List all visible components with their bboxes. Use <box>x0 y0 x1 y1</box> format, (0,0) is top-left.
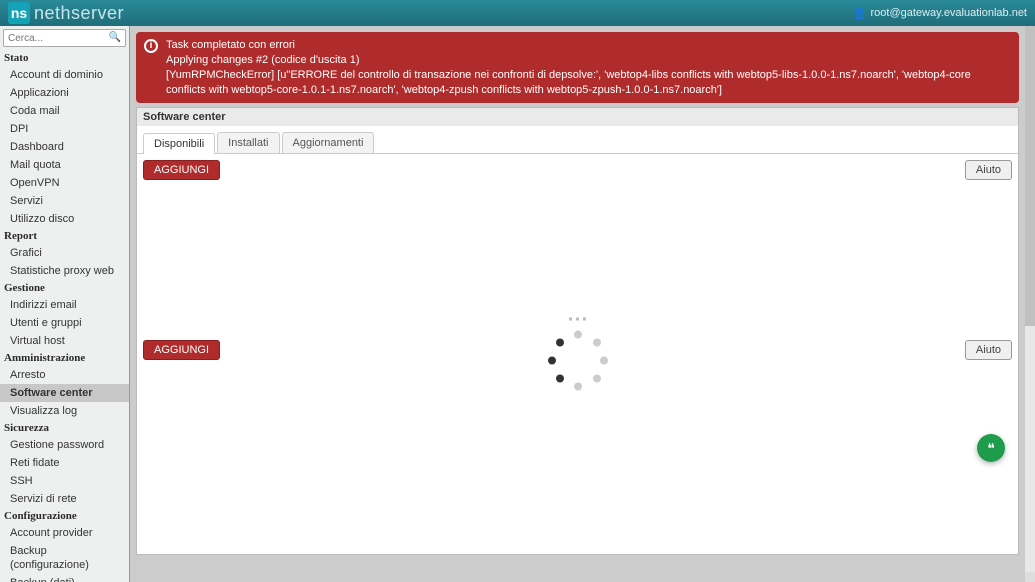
nav-section: Stato <box>0 50 129 66</box>
nav-item[interactable]: Account di dominio <box>0 66 129 84</box>
tab-bar: DisponibiliInstallatiAggiornamenti <box>137 126 1018 154</box>
help-button[interactable]: Aiuto <box>965 160 1012 180</box>
nav-section: Configurazione <box>0 508 129 524</box>
nav-section: Sicurezza <box>0 420 129 436</box>
nav-item[interactable]: Dashboard <box>0 138 129 156</box>
nav-item[interactable]: Gestione password <box>0 436 129 454</box>
nav-item[interactable]: Servizi di rete <box>0 490 129 508</box>
add-button[interactable]: AGGIUNGI <box>143 340 220 360</box>
info-icon: i <box>144 39 158 53</box>
logo-icon: ns <box>8 2 30 24</box>
logo: ns nethserver <box>8 2 124 24</box>
nav-section: Gestione <box>0 280 129 296</box>
action-row-top: AGGIUNGI Aiuto <box>143 160 1012 180</box>
nav-section: Report <box>0 228 129 244</box>
page-title: Software center <box>136 107 1019 126</box>
main-content: i Task completato con errori Applying ch… <box>130 26 1025 582</box>
nav-item[interactable]: Utenti e gruppi <box>0 314 129 332</box>
search-wrap: 🔍 <box>0 26 129 50</box>
nav-item[interactable]: Account provider <box>0 524 129 542</box>
nav-item[interactable]: Statistiche proxy web <box>0 262 129 280</box>
nav-item[interactable]: SSH <box>0 472 129 490</box>
nav-item[interactable]: Arresto <box>0 366 129 384</box>
nav-item[interactable]: Backup (configurazione) <box>0 542 129 574</box>
logo-text: nethserver <box>34 3 124 24</box>
scrollbar-thumb[interactable] <box>1025 26 1035 326</box>
add-button[interactable]: AGGIUNGI <box>143 160 220 180</box>
alert-text: Task completato con errori Applying chan… <box>166 38 1011 97</box>
nav-item[interactable]: Indirizzi email <box>0 296 129 314</box>
nav-item[interactable]: DPI <box>0 120 129 138</box>
nav-item[interactable]: Utilizzo disco <box>0 210 129 228</box>
app-header: ns nethserver 👤 root@gateway.evaluationl… <box>0 0 1035 26</box>
nav-item[interactable]: Mail quota <box>0 156 129 174</box>
chat-button[interactable] <box>977 434 1005 462</box>
nav-item[interactable]: Visualizza log <box>0 402 129 420</box>
sidebar: 🔍 StatoAccount di dominioApplicazioniCod… <box>0 26 130 582</box>
help-button[interactable]: Aiuto <box>965 340 1012 360</box>
nav-item[interactable]: Coda mail <box>0 102 129 120</box>
nav-item[interactable]: Virtual host <box>0 332 129 350</box>
nav-item[interactable]: Applicazioni <box>0 84 129 102</box>
tab[interactable]: Disponibili <box>143 133 215 154</box>
search-input[interactable] <box>3 29 126 47</box>
user-label: root@gateway.evaluationlab.net <box>870 7 1027 19</box>
alert-error: i Task completato con errori Applying ch… <box>136 32 1019 103</box>
nav-item[interactable]: Reti fidate <box>0 454 129 472</box>
nav-section: Amministrazione <box>0 350 129 366</box>
content-panel: DisponibiliInstallatiAggiornamenti AGGIU… <box>136 126 1019 555</box>
tab-content: AGGIUNGI Aiuto AGGIUNGI Aiuto <box>137 154 1018 554</box>
nav-item[interactable]: Servizi <box>0 192 129 210</box>
tab[interactable]: Aggiornamenti <box>282 132 375 153</box>
search-icon: 🔍 <box>109 32 121 43</box>
tab[interactable]: Installati <box>217 132 279 153</box>
nav-item[interactable]: Backup (dati) <box>0 574 129 582</box>
nav-item[interactable]: Grafici <box>0 244 129 262</box>
scrollbar-corner <box>1025 572 1035 582</box>
user-icon: 👤 <box>853 7 867 20</box>
scrollbar[interactable] <box>1025 26 1035 582</box>
nav-item[interactable]: Software center <box>0 384 129 402</box>
nav-item[interactable]: OpenVPN <box>0 174 129 192</box>
loading-spinner <box>548 318 608 391</box>
user-menu[interactable]: 👤 root@gateway.evaluationlab.net <box>853 7 1027 20</box>
